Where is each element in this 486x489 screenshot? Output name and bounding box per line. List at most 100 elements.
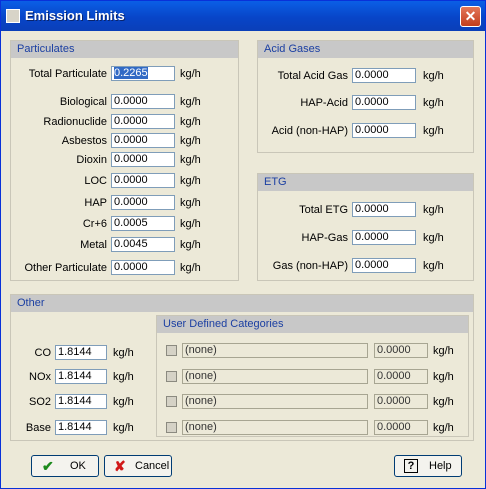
category-name-field[interactable]: (none) bbox=[182, 420, 368, 435]
dialog-body: Particulates Total Particulate 0.2265 kg… bbox=[3, 31, 483, 486]
unit-label: kg/h bbox=[180, 68, 201, 80]
total-acid-gas-field[interactable]: 0.0000 bbox=[352, 68, 416, 83]
acid-gas-label: HAP-Acid bbox=[300, 97, 348, 109]
category-value-field[interactable]: 0.0000 bbox=[374, 343, 428, 358]
so2-field[interactable]: 1.8144 bbox=[55, 394, 107, 409]
acid-gas-label: Acid (non-HAP) bbox=[271, 125, 348, 137]
user-defined-header: User Defined Categories bbox=[157, 316, 468, 333]
category-value-field[interactable]: 0.0000 bbox=[374, 369, 428, 384]
other-particulate-field[interactable]: 0.0000 bbox=[111, 260, 175, 275]
help-icon: ? bbox=[404, 459, 418, 473]
particulate-label: Cr+6 bbox=[82, 218, 107, 230]
help-button[interactable]: ? Help bbox=[394, 455, 462, 477]
co-field[interactable]: 1.8144 bbox=[55, 345, 107, 360]
biological-field[interactable]: 0.0000 bbox=[111, 94, 175, 109]
particulates-group: Particulates Total Particulate 0.2265 kg… bbox=[10, 40, 239, 281]
radionuclide-field[interactable]: 0.0000 bbox=[111, 114, 175, 129]
category-name-field[interactable]: (none) bbox=[182, 343, 368, 358]
category-checkbox[interactable] bbox=[166, 371, 177, 382]
cross-icon: ✘ bbox=[114, 458, 126, 474]
unit-label: kg/h bbox=[180, 154, 201, 166]
unit-label: kg/h bbox=[423, 204, 444, 216]
unit-label: kg/h bbox=[180, 116, 201, 128]
unit-label: kg/h bbox=[180, 218, 201, 230]
unit-label: kg/h bbox=[180, 175, 201, 187]
title-bar[interactable]: Emission Limits ✕ bbox=[1, 1, 485, 31]
asbestos-field[interactable]: 0.0000 bbox=[111, 133, 175, 148]
particulate-label: Dioxin bbox=[76, 154, 107, 166]
window-title: Emission Limits bbox=[25, 8, 125, 23]
other-label: CO bbox=[34, 347, 52, 359]
nox-field[interactable]: 1.8144 bbox=[55, 369, 107, 384]
other-label: Base bbox=[25, 422, 51, 434]
other-group: Other CO 1.8144 kg/h NOx 1.8144 kg/h SO2… bbox=[10, 294, 474, 441]
particulate-label: Other Particulate bbox=[24, 262, 107, 274]
particulate-label: HAP bbox=[84, 197, 107, 209]
unit-label: kg/h bbox=[423, 232, 444, 244]
emission-limits-dialog: Emission Limits ✕ Particulates Total Par… bbox=[0, 0, 486, 489]
unit-label: kg/h bbox=[423, 97, 444, 109]
etg-header: ETG bbox=[258, 174, 473, 191]
loc-field[interactable]: 0.0000 bbox=[111, 173, 175, 188]
category-value-field[interactable]: 0.0000 bbox=[374, 394, 428, 409]
category-checkbox[interactable] bbox=[166, 422, 177, 433]
acid-gases-group: Acid Gases Total Acid Gas 0.0000 kg/h HA… bbox=[257, 40, 474, 153]
acid-gas-label: Total Acid Gas bbox=[277, 70, 348, 82]
unit-label: kg/h bbox=[433, 396, 454, 408]
total-etg-field[interactable]: 0.0000 bbox=[352, 202, 416, 217]
unit-label: kg/h bbox=[113, 396, 134, 408]
particulate-label: LOC bbox=[84, 175, 107, 187]
unit-label: kg/h bbox=[433, 422, 454, 434]
unit-label: kg/h bbox=[180, 239, 201, 251]
cancel-button[interactable]: ✘ Cancel bbox=[104, 455, 172, 477]
particulate-label: Total Particulate bbox=[28, 68, 107, 80]
particulate-label: Radionuclide bbox=[43, 116, 107, 128]
acid-non-hap-field[interactable]: 0.0000 bbox=[352, 123, 416, 138]
cr6-field[interactable]: 0.0005 bbox=[111, 216, 175, 231]
user-defined-group: User Defined Categories (none) 0.0000 kg… bbox=[156, 315, 469, 437]
particulate-label: Metal bbox=[80, 239, 107, 251]
acid-gases-header: Acid Gases bbox=[258, 41, 473, 58]
unit-label: kg/h bbox=[433, 345, 454, 357]
hap-gas-field[interactable]: 0.0000 bbox=[352, 230, 416, 245]
etg-label: HAP-Gas bbox=[301, 232, 348, 244]
unit-label: kg/h bbox=[113, 347, 134, 359]
unit-label: kg/h bbox=[180, 197, 201, 209]
unit-label: kg/h bbox=[423, 260, 444, 272]
ok-button[interactable]: ✔ OK bbox=[31, 455, 99, 477]
total-particulate-field[interactable]: 0.2265 bbox=[111, 66, 175, 81]
other-label: NOx bbox=[29, 371, 51, 383]
unit-label: kg/h bbox=[113, 422, 134, 434]
particulates-header: Particulates bbox=[11, 41, 238, 58]
category-name-field[interactable]: (none) bbox=[182, 369, 368, 384]
unit-label: kg/h bbox=[180, 135, 201, 147]
unit-label: kg/h bbox=[423, 125, 444, 137]
gas-non-hap-field[interactable]: 0.0000 bbox=[352, 258, 416, 273]
base-field[interactable]: 1.8144 bbox=[55, 420, 107, 435]
unit-label: kg/h bbox=[423, 70, 444, 82]
app-icon bbox=[6, 9, 20, 23]
ok-label: OK bbox=[70, 460, 86, 472]
hap-field[interactable]: 0.0000 bbox=[111, 195, 175, 210]
unit-label: kg/h bbox=[433, 371, 454, 383]
metal-field[interactable]: 0.0045 bbox=[111, 237, 175, 252]
category-name-field[interactable]: (none) bbox=[182, 394, 368, 409]
help-label: Help bbox=[429, 460, 452, 472]
category-checkbox[interactable] bbox=[166, 345, 177, 356]
etg-label: Total ETG bbox=[299, 204, 348, 216]
unit-label: kg/h bbox=[113, 371, 134, 383]
unit-label: kg/h bbox=[180, 262, 201, 274]
category-checkbox[interactable] bbox=[166, 396, 177, 407]
checkmark-icon: ✔ bbox=[42, 458, 54, 474]
hap-acid-field[interactable]: 0.0000 bbox=[352, 95, 416, 110]
cancel-label: Cancel bbox=[135, 460, 170, 472]
close-button[interactable]: ✕ bbox=[460, 6, 481, 27]
category-value-field[interactable]: 0.0000 bbox=[374, 420, 428, 435]
other-label: SO2 bbox=[28, 396, 51, 408]
particulate-label: Asbestos bbox=[61, 135, 107, 147]
other-header: Other bbox=[11, 295, 473, 312]
particulate-label: Biological bbox=[59, 96, 107, 108]
dioxin-field[interactable]: 0.0000 bbox=[111, 152, 175, 167]
unit-label: kg/h bbox=[180, 96, 201, 108]
etg-label: Gas (non-HAP) bbox=[272, 260, 348, 272]
